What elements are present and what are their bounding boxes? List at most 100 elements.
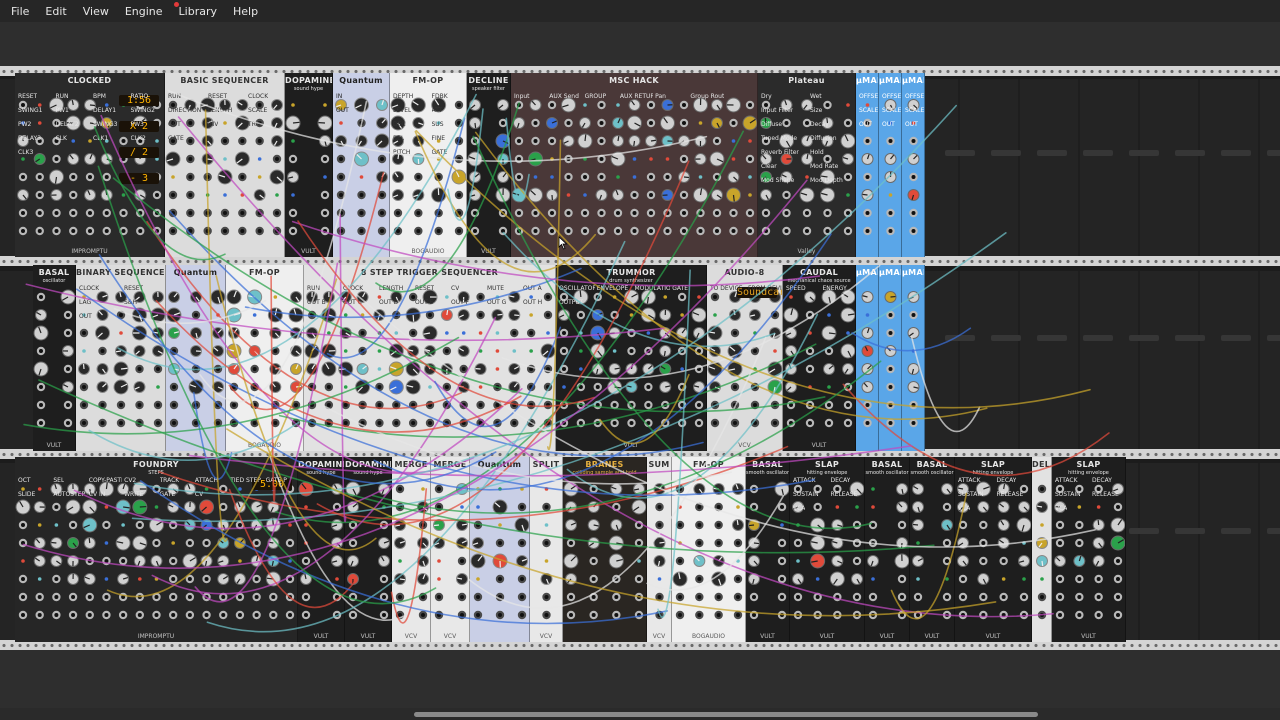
module-8-step-trigger-sequencer[interactable]: 8 STEP TRIGGER SEQUENCER RUN CLOCK LENGTH RE… [304, 265, 556, 451]
module-controls[interactable] [166, 265, 226, 451]
jack-port[interactable] [320, 208, 330, 218]
knob[interactable] [376, 99, 388, 111]
knob[interactable] [693, 483, 706, 495]
jack-port[interactable] [564, 226, 573, 236]
jack-port[interactable] [897, 520, 907, 530]
jack-port[interactable] [35, 226, 44, 236]
jack-port[interactable] [679, 154, 689, 164]
jack-port[interactable] [593, 382, 602, 392]
jack-port[interactable] [395, 592, 405, 602]
knob[interactable] [792, 573, 804, 585]
jack-port[interactable] [843, 382, 853, 392]
knob[interactable] [33, 361, 49, 377]
knob[interactable] [659, 327, 672, 339]
jack-port[interactable] [168, 574, 178, 584]
knob[interactable] [546, 189, 558, 201]
jack-port[interactable] [750, 418, 760, 428]
knob[interactable] [729, 309, 741, 321]
jack-port[interactable] [434, 226, 443, 236]
jack-port[interactable] [517, 610, 527, 620]
knob[interactable] [82, 499, 98, 515]
jack-port[interactable] [357, 190, 366, 200]
jack-port[interactable] [191, 364, 201, 374]
knob[interactable] [712, 483, 725, 495]
jack-port[interactable] [909, 310, 918, 320]
jack-port[interactable] [395, 484, 405, 494]
jack-port[interactable] [272, 226, 282, 236]
jack-port[interactable] [749, 610, 759, 620]
jack-port[interactable] [999, 610, 1008, 620]
jack-port[interactable] [36, 418, 46, 428]
jack-port[interactable] [250, 328, 259, 338]
knob[interactable] [785, 363, 797, 375]
jack-port[interactable] [517, 538, 527, 548]
jack-port[interactable] [252, 610, 261, 620]
jack-port[interactable] [434, 610, 444, 620]
jack-port[interactable] [1055, 610, 1065, 620]
jack-port[interactable] [694, 364, 704, 374]
jack-port[interactable] [886, 136, 895, 146]
jack-port[interactable] [695, 502, 704, 512]
jack-port[interactable] [271, 400, 280, 410]
jack-port[interactable] [886, 226, 895, 236]
knob[interactable] [997, 501, 1010, 513]
knob[interactable] [693, 381, 705, 393]
jack-port[interactable] [185, 574, 195, 584]
jack-port[interactable] [18, 520, 28, 530]
knob[interactable] [335, 135, 347, 147]
jack-port[interactable] [152, 226, 162, 236]
knob[interactable] [653, 537, 666, 549]
knob[interactable] [267, 501, 280, 513]
jack-port[interactable] [307, 418, 317, 428]
knob[interactable] [199, 499, 215, 515]
jack-port[interactable] [958, 574, 968, 584]
knob[interactable] [884, 345, 897, 357]
jack-port[interactable] [379, 610, 389, 620]
jack-port[interactable] [863, 172, 872, 182]
knob[interactable] [528, 151, 543, 167]
jack-port[interactable] [52, 226, 61, 236]
jack-port[interactable] [531, 208, 540, 218]
jack-port[interactable] [679, 208, 689, 218]
jack-port[interactable] [442, 346, 452, 356]
jack-port[interactable] [712, 226, 722, 236]
jack-port[interactable] [377, 208, 387, 218]
jack-port[interactable] [517, 592, 527, 602]
knob[interactable] [290, 381, 302, 393]
jack-port[interactable] [634, 610, 644, 620]
jack-port[interactable] [679, 226, 689, 236]
jack-port[interactable] [958, 610, 968, 620]
jack-port[interactable] [255, 208, 264, 218]
jack-port[interactable] [357, 208, 366, 218]
jack-port[interactable] [863, 418, 872, 428]
jack-port[interactable] [510, 328, 519, 338]
knob[interactable] [628, 99, 641, 111]
knob[interactable] [562, 135, 575, 147]
knob[interactable] [749, 309, 761, 321]
jack-port[interactable] [675, 610, 685, 620]
knob[interactable] [84, 189, 96, 201]
jack-port[interactable] [69, 172, 78, 182]
module-controls[interactable] [902, 265, 925, 451]
jack-port[interactable] [186, 172, 195, 182]
knob[interactable] [150, 307, 166, 323]
jack-port[interactable] [52, 592, 61, 602]
jack-port[interactable] [169, 400, 179, 410]
jack-port[interactable] [52, 154, 61, 164]
jack-port[interactable] [566, 592, 576, 602]
jack-port[interactable] [79, 382, 89, 392]
jack-port[interactable] [357, 226, 366, 236]
jack-port[interactable] [495, 592, 505, 602]
jack-port[interactable] [695, 520, 704, 530]
jack-port[interactable] [547, 136, 557, 146]
jack-port[interactable] [777, 610, 787, 620]
module-controls[interactable] [902, 73, 925, 257]
jack-port[interactable] [802, 208, 812, 218]
jack-port[interactable] [646, 208, 656, 218]
knob[interactable] [711, 189, 723, 201]
jack-port[interactable] [168, 226, 178, 236]
jack-port[interactable] [152, 208, 162, 218]
knob[interactable] [373, 309, 386, 321]
jack-port[interactable] [843, 172, 853, 182]
jack-port[interactable] [336, 226, 346, 236]
